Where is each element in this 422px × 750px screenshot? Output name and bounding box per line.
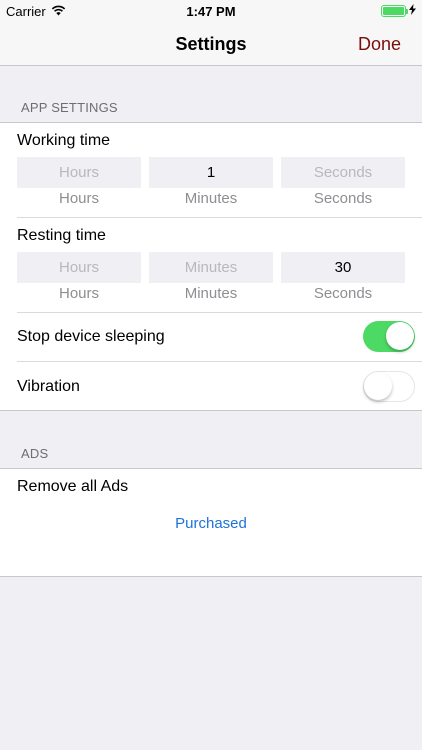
ads-group: Remove all Ads Purchased [0, 468, 422, 577]
row-separator [17, 361, 422, 362]
done-button[interactable]: Done [358, 22, 401, 66]
status-time: 1:47 PM [186, 4, 236, 19]
working-minutes-unit: Minutes [184, 190, 238, 207]
toggle-knob [364, 372, 392, 400]
resting-seconds-unit: Seconds [313, 285, 373, 302]
purchased-status: Purchased [175, 515, 247, 532]
status-bar: Carrier 1:47 PM [0, 0, 422, 22]
resting-minutes-input[interactable]: Minutes [149, 252, 273, 283]
app-settings-group: Working time Hours 1 Seconds Hours Minut… [0, 122, 422, 411]
working-seconds-input[interactable]: Seconds [281, 157, 405, 188]
resting-hours-unit: Hours [58, 285, 99, 302]
status-battery-group [381, 4, 416, 18]
navigation-bar: Settings Done [0, 22, 422, 66]
working-hours-input[interactable]: Hours [17, 157, 141, 188]
stop-sleeping-toggle[interactable] [363, 321, 415, 352]
battery-icon [381, 5, 408, 17]
resting-hours-input[interactable]: Hours [17, 252, 141, 283]
resting-time-label: Resting time [17, 227, 106, 244]
vibration-toggle[interactable] [363, 371, 415, 402]
row-separator [17, 312, 422, 313]
row-separator [17, 217, 422, 218]
working-time-label: Working time [17, 132, 111, 149]
resting-minutes-unit: Minutes [184, 285, 238, 302]
charging-bolt-icon [409, 4, 416, 18]
vibration-label: Vibration [17, 378, 80, 395]
app-settings-header: APP SETTINGS [21, 100, 118, 115]
working-seconds-unit: Seconds [313, 190, 373, 207]
working-hours-unit: Hours [58, 190, 99, 207]
ads-header: ADS [21, 446, 49, 461]
resting-seconds-input[interactable]: 30 [281, 252, 405, 283]
stop-sleeping-label: Stop device sleeping [17, 328, 165, 345]
remove-ads-label: Remove all Ads [17, 478, 129, 495]
toggle-knob [386, 322, 414, 350]
working-minutes-input[interactable]: 1 [149, 157, 273, 188]
